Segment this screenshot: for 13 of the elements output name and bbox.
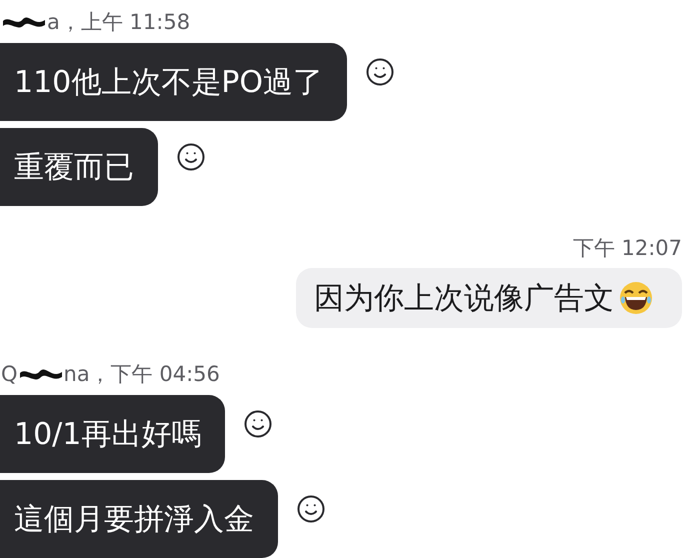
message-time: 下午 12:07	[572, 235, 682, 262]
message-bubble: 10/1再出好嗎	[0, 395, 226, 473]
sender-time: na，下午 04:56	[64, 361, 220, 388]
smiley-icon[interactable]	[176, 142, 206, 172]
message-text: 因为你上次说像广告文	[314, 280, 614, 318]
smiley-icon[interactable]	[243, 409, 274, 439]
message-bubble: 這個月要拼淨入金	[0, 480, 278, 558]
message-bubble: 重覆而已	[0, 128, 158, 206]
smiley-icon[interactable]	[364, 57, 395, 87]
sender-time: a，上午 11:58	[47, 9, 190, 36]
message-bubble: 110他上次不是PO過了	[0, 43, 347, 121]
smiley-icon[interactable]	[296, 494, 326, 524]
sender-name: Q	[1, 362, 18, 386]
